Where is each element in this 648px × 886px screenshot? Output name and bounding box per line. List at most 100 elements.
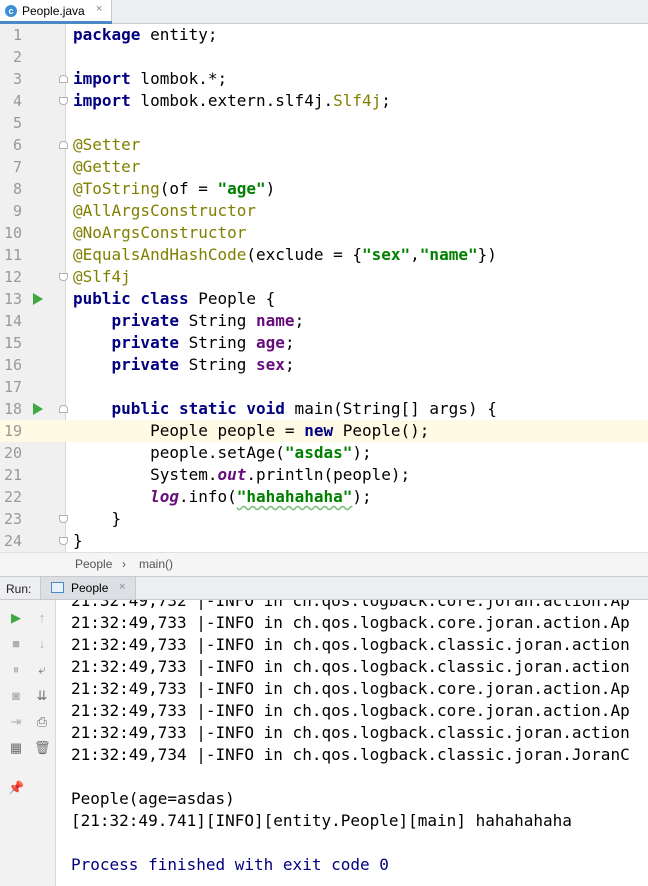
down-arrow-icon[interactable]: ↓ — [34, 636, 50, 652]
code-text: people.setAge("asdas"); — [73, 443, 372, 462]
console-line: People(age=asdas) — [71, 789, 235, 808]
file-tab-people-java[interactable]: c People.java × — [0, 0, 112, 24]
stop-icon[interactable]: ■ — [8, 636, 24, 652]
close-tab-icon[interactable]: × — [96, 3, 102, 15]
code-line[interactable]: 12 @Slf4j — [0, 266, 648, 288]
close-run-tab-icon[interactable]: × — [119, 581, 125, 593]
pause-icon[interactable]: ⏸ — [8, 662, 24, 678]
code-line[interactable]: 21 System.out.println(people); — [0, 464, 648, 486]
code-line[interactable]: 14 private String name; — [0, 310, 648, 332]
breadcrumb-method[interactable]: main() — [139, 557, 173, 571]
code-line[interactable]: 19 People people = new People(); — [0, 420, 648, 442]
line-number: 24 — [3, 532, 22, 550]
code-text: } — [73, 509, 122, 528]
code-text: @Setter — [73, 135, 141, 154]
line-number: 23 — [3, 510, 22, 528]
line-number: 20 — [3, 444, 22, 462]
code-editor[interactable]: 1 package entity; 2 3 import lombok.*; 4 impor… — [0, 24, 648, 552]
code-line[interactable]: 11 @EqualsAndHashCode(exclude = {"sex","n… — [0, 244, 648, 266]
fold-marker-icon[interactable] — [59, 537, 68, 545]
code-text: @NoArgsConstructor — [73, 223, 247, 242]
code-line[interactable]: 3 import lombok.*; — [0, 68, 648, 90]
rerun-icon[interactable]: ▶ — [8, 610, 24, 626]
code-line[interactable]: 15 private String age; — [0, 332, 648, 354]
line-number: 5 — [12, 114, 22, 132]
code-text: People people = new People(); — [73, 421, 430, 440]
trash-icon[interactable]: 🗑 — [34, 740, 51, 756]
console-line: 21:32:49,733 |-INFO in ch.qos.logback.co… — [71, 679, 630, 698]
login-icon[interactable]: ⇥ — [8, 714, 24, 730]
run-tab-label: People — [71, 581, 109, 595]
line-number: 10 — [3, 224, 22, 242]
code-line[interactable]: 4 import lombok.extern.slf4j.Slf4j; — [0, 90, 648, 112]
run-gutter-icon[interactable] — [33, 403, 43, 415]
pin-icon[interactable]: 📌 — [8, 780, 24, 796]
line-number: 9 — [12, 202, 22, 220]
editor-tab-bar: c People.java × — [0, 0, 648, 24]
console-line: 21:32:49,733 |-INFO in ch.qos.logback.cl… — [71, 657, 630, 676]
console-line: Process finished with exit code 0 — [71, 855, 389, 874]
line-number: 14 — [3, 312, 22, 330]
code-line[interactable]: 2 — [0, 46, 648, 68]
fold-marker-icon[interactable] — [59, 273, 68, 281]
run-label: Run: — [6, 582, 32, 596]
code-line[interactable]: 8 @ToString(of = "age") — [0, 178, 648, 200]
code-line[interactable]: 9 @AllArgsConstructor — [0, 200, 648, 222]
fold-marker-icon[interactable] — [59, 515, 68, 523]
code-text: @AllArgsConstructor — [73, 201, 257, 220]
code-text: private String name; — [111, 311, 305, 330]
code-line[interactable]: 22 log.info("hahahahaha"); — [0, 486, 648, 508]
line-number: 15 — [3, 334, 22, 352]
fold-marker-icon[interactable] — [59, 405, 68, 413]
console-output[interactable]: 21:32:49,732 |-INFO in ch.qos.logback.co… — [71, 600, 630, 876]
code-line[interactable]: 16 private String sex; — [0, 354, 648, 376]
layout-icon[interactable]: ▦ — [8, 740, 24, 756]
fold-marker-icon[interactable] — [59, 141, 68, 149]
code-text: @ToString(of = "age") — [73, 179, 276, 198]
line-number: 3 — [12, 70, 22, 88]
console-line: 21:32:49,733 |-INFO in ch.qos.logback.cl… — [71, 635, 630, 654]
line-number: 18 — [3, 400, 22, 418]
console-toolbar: ▶ ■ ⏸ ◙ ⇥ ▦ 📌 ↑ ↓ ⤶ ⇊ ⎙ 🗑 — [0, 600, 56, 886]
code-line[interactable]: 5 — [0, 112, 648, 134]
run-tab-people[interactable]: People × — [40, 577, 136, 599]
code-line[interactable]: 18 public static void main(String[] args… — [0, 398, 648, 420]
code-line[interactable]: 7 @Getter — [0, 156, 648, 178]
code-text: @Slf4j — [73, 267, 131, 286]
soft-wrap-icon[interactable]: ⤶ — [34, 662, 50, 678]
line-number: 1 — [12, 26, 22, 44]
line-number: 17 — [3, 378, 22, 396]
fold-marker-icon[interactable] — [59, 75, 68, 83]
run-gutter-icon[interactable] — [33, 293, 43, 305]
line-number: 8 — [12, 180, 22, 198]
breadcrumb-separator: › — [122, 557, 126, 571]
line-number: 7 — [12, 158, 22, 176]
line-number: 19 — [3, 422, 22, 440]
code-line[interactable]: 24} — [0, 530, 648, 552]
breadcrumb-class[interactable]: People — [75, 557, 112, 571]
up-arrow-icon[interactable]: ↑ — [34, 610, 50, 626]
code-text: public static void main(String[] args) { — [111, 399, 497, 418]
print-icon[interactable]: ⎙ — [34, 714, 50, 730]
scroll-to-end-icon[interactable]: ⇊ — [34, 688, 50, 704]
code-text: System.out.println(people); — [73, 465, 411, 484]
code-line[interactable]: 20 people.setAge("asdas"); — [0, 442, 648, 464]
console-line: 21:32:49,733 |-INFO in ch.qos.logback.cl… — [71, 723, 630, 742]
code-line[interactable]: 17 — [0, 376, 648, 398]
code-line[interactable]: 10 @NoArgsConstructor — [0, 222, 648, 244]
code-text: import lombok.extern.slf4j.Slf4j; — [73, 91, 391, 110]
code-text: log.info("hahahahaha"); — [150, 487, 372, 506]
code-line[interactable]: 6 @Setter — [0, 134, 648, 156]
code-text: @EqualsAndHashCode(exclude = {"sex","nam… — [73, 245, 497, 264]
code-line[interactable]: 13 public class People { — [0, 288, 648, 310]
run-config-icon — [51, 582, 64, 593]
java-class-icon: c — [5, 5, 17, 17]
code-line[interactable]: 23 } — [0, 508, 648, 530]
run-console: ▶ ■ ⏸ ◙ ⇥ ▦ 📌 ↑ ↓ ⤶ ⇊ ⎙ 🗑 21:32:49,732 |-INFO in ch.… — [0, 600, 648, 886]
camera-icon[interactable]: ◙ — [8, 688, 24, 704]
line-number: 2 — [12, 48, 22, 66]
code-line[interactable]: 1 package entity; — [0, 24, 648, 46]
fold-marker-icon[interactable] — [59, 97, 68, 105]
